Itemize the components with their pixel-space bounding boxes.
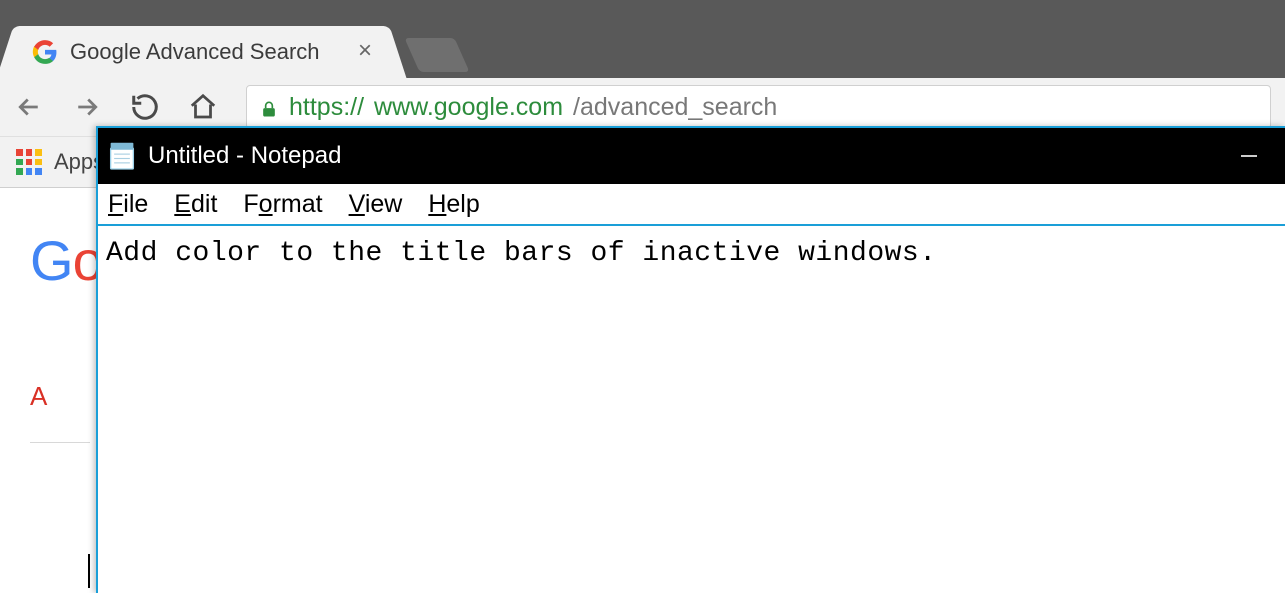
menu-help[interactable]: Help bbox=[428, 190, 479, 219]
menu-edit[interactable]: Edit bbox=[174, 190, 217, 219]
divider bbox=[30, 442, 90, 443]
window-controls bbox=[1213, 128, 1285, 184]
notepad-titlebar[interactable]: Untitled - Notepad bbox=[98, 128, 1285, 184]
new-tab-button[interactable] bbox=[404, 38, 469, 72]
minimize-button[interactable] bbox=[1213, 128, 1285, 184]
tab-close-icon[interactable]: × bbox=[355, 42, 375, 62]
browser-tab[interactable]: Google Advanced Search × bbox=[14, 26, 389, 78]
notepad-icon bbox=[108, 141, 136, 171]
chrome-tabstrip: Google Advanced Search × bbox=[0, 0, 1285, 78]
notepad-window: Untitled - Notepad File Edit Format View… bbox=[96, 126, 1285, 593]
text-caret bbox=[88, 554, 90, 588]
url-host: www.google.com bbox=[374, 93, 563, 122]
window-title: Untitled - Notepad bbox=[148, 142, 1213, 170]
reload-button[interactable] bbox=[130, 92, 160, 122]
address-bar[interactable]: https:// www.google.com/advanced_search bbox=[246, 85, 1271, 129]
tab-title: Google Advanced Search bbox=[70, 39, 343, 65]
menu-file[interactable]: File bbox=[108, 190, 148, 219]
lock-icon bbox=[259, 97, 279, 117]
notepad-text-area[interactable]: Add color to the title bars of inactive … bbox=[98, 226, 1285, 281]
menu-view[interactable]: View bbox=[349, 190, 403, 219]
url-scheme: https:// bbox=[289, 93, 364, 122]
url-path: /advanced_search bbox=[573, 93, 777, 122]
back-button[interactable] bbox=[14, 92, 44, 122]
apps-icon[interactable] bbox=[16, 149, 42, 175]
google-favicon bbox=[32, 39, 58, 65]
forward-button[interactable] bbox=[72, 92, 102, 122]
notepad-menubar: File Edit Format View Help bbox=[98, 184, 1285, 226]
menu-format[interactable]: Format bbox=[243, 190, 322, 219]
home-button[interactable] bbox=[188, 92, 218, 122]
